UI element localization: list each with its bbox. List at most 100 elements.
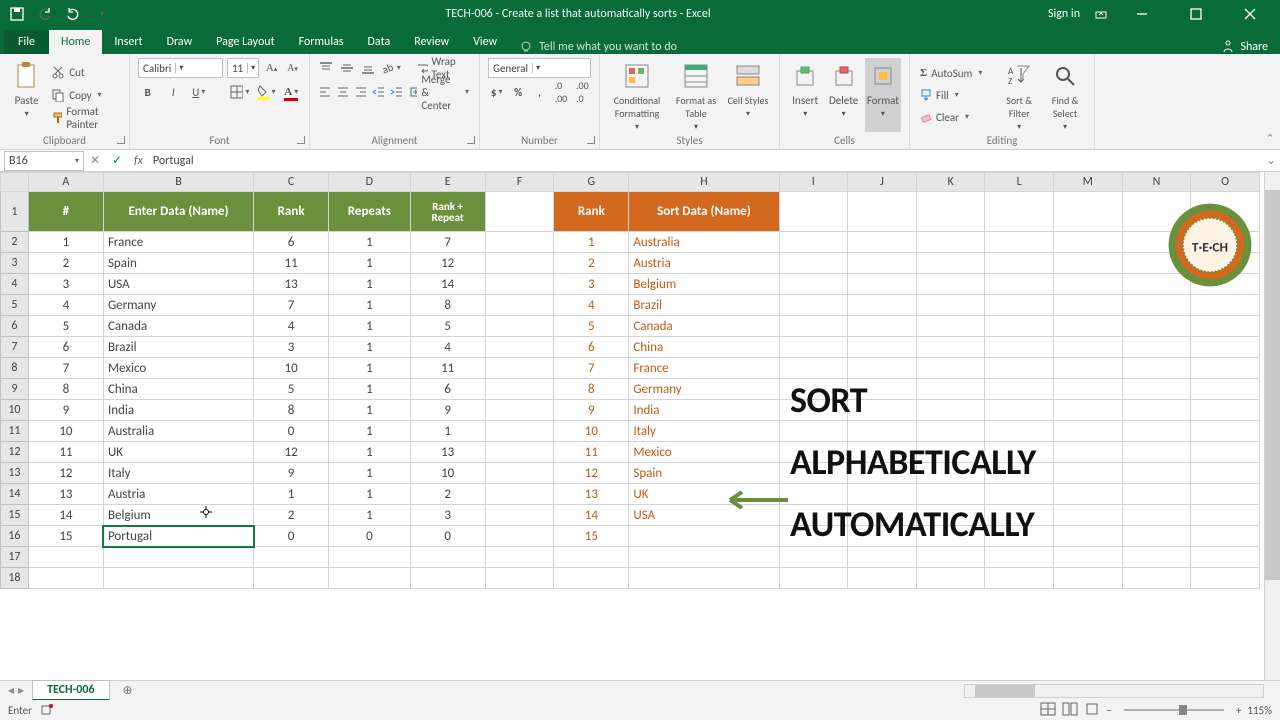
cell[interactable] <box>916 192 985 232</box>
cell[interactable] <box>779 337 848 358</box>
cell[interactable]: 2 <box>28 253 103 274</box>
cell[interactable] <box>848 253 917 274</box>
shrink-font-icon[interactable]: A▾ <box>284 58 301 78</box>
qat-dropdown-icon[interactable] <box>90 3 112 25</box>
cell[interactable] <box>1054 253 1123 274</box>
cell[interactable] <box>1054 232 1123 253</box>
horizontal-scrollbar[interactable] <box>964 684 1264 698</box>
cell[interactable] <box>985 232 1054 253</box>
row-header[interactable]: 7 <box>1 337 29 358</box>
cell[interactable]: 5 <box>554 316 629 337</box>
zoom-slider[interactable] <box>1124 709 1224 711</box>
cell[interactable]: 1 <box>28 232 103 253</box>
normal-view-icon[interactable] <box>1040 702 1056 719</box>
save-icon[interactable] <box>6 3 28 25</box>
cell[interactable] <box>485 253 554 274</box>
cell[interactable] <box>916 232 985 253</box>
cell[interactable] <box>1054 421 1123 442</box>
cell[interactable] <box>848 358 917 379</box>
cell[interactable]: 1 <box>410 421 485 442</box>
cell[interactable] <box>1054 192 1123 232</box>
cell[interactable]: 2 <box>554 253 629 274</box>
cell[interactable]: 11 <box>28 442 103 463</box>
cell[interactable]: Rank <box>254 192 329 232</box>
cell[interactable] <box>254 568 329 589</box>
cell[interactable]: 10 <box>28 421 103 442</box>
format-as-table-button[interactable]: Format as Table▾ <box>670 58 722 132</box>
cell[interactable]: 1 <box>329 358 411 379</box>
maximize-button[interactable] <box>1176 0 1216 28</box>
cell[interactable] <box>916 568 985 589</box>
cell[interactable] <box>1191 295 1260 316</box>
cell[interactable] <box>1054 316 1123 337</box>
cell[interactable] <box>329 568 411 589</box>
cell[interactable] <box>848 568 917 589</box>
cell[interactable] <box>485 379 554 400</box>
sheet-tab[interactable]: TECH-006 <box>32 680 109 701</box>
zoom-in-icon[interactable]: + <box>1236 704 1241 717</box>
cell[interactable]: 7 <box>254 295 329 316</box>
tab-home[interactable]: Home <box>49 30 102 54</box>
cell[interactable]: 7 <box>28 358 103 379</box>
cell[interactable] <box>1122 547 1191 568</box>
cell[interactable] <box>629 526 779 547</box>
minimize-button[interactable] <box>1122 0 1162 28</box>
cell[interactable] <box>1122 337 1191 358</box>
col-header[interactable]: B <box>103 173 253 192</box>
row-header[interactable]: 12 <box>1 442 29 463</box>
cell[interactable]: 14 <box>410 274 485 295</box>
cell[interactable]: 14 <box>554 505 629 526</box>
cell[interactable]: USA <box>103 274 253 295</box>
cell[interactable]: 4 <box>254 316 329 337</box>
row-header[interactable]: 2 <box>1 232 29 253</box>
outdent-icon[interactable] <box>372 82 386 102</box>
cell[interactable]: 2 <box>254 505 329 526</box>
cell[interactable]: 5 <box>410 316 485 337</box>
indent-icon[interactable] <box>390 82 404 102</box>
cell[interactable] <box>916 337 985 358</box>
underline-icon[interactable]: U <box>189 82 209 102</box>
row-header[interactable]: 9 <box>1 379 29 400</box>
cell[interactable]: 9 <box>410 400 485 421</box>
col-header[interactable]: J <box>848 173 917 192</box>
cell[interactable] <box>985 400 1054 421</box>
cell[interactable]: 4 <box>410 337 485 358</box>
cell[interactable] <box>1054 505 1123 526</box>
row-header[interactable]: 14 <box>1 484 29 505</box>
cell[interactable] <box>1122 421 1191 442</box>
cell[interactable] <box>1122 442 1191 463</box>
dialog-launcher-icon[interactable] <box>587 136 597 146</box>
cell[interactable]: 1 <box>329 442 411 463</box>
cell[interactable]: 13 <box>254 274 329 295</box>
format-painter-button[interactable]: Format Painter <box>49 108 121 128</box>
cell[interactable]: Spain <box>629 463 779 484</box>
cell[interactable] <box>848 421 917 442</box>
col-header[interactable]: E <box>410 173 485 192</box>
cell[interactable] <box>485 358 554 379</box>
col-header[interactable]: O <box>1191 173 1260 192</box>
cell[interactable] <box>1054 568 1123 589</box>
cell[interactable]: 1 <box>329 253 411 274</box>
undo-icon[interactable] <box>34 3 56 25</box>
row-header[interactable]: 3 <box>1 253 29 274</box>
col-header[interactable]: N <box>1122 173 1191 192</box>
sort-filter-button[interactable]: AZSort & Filter▾ <box>998 58 1040 132</box>
cell[interactable] <box>985 316 1054 337</box>
align-left-icon[interactable] <box>318 82 332 102</box>
cell[interactable] <box>1191 547 1260 568</box>
conditional-formatting-button[interactable]: Conditional Formatting▾ <box>608 58 666 132</box>
cell[interactable] <box>485 337 554 358</box>
cell[interactable]: 1 <box>329 379 411 400</box>
cell[interactable] <box>779 253 848 274</box>
cell[interactable]: 4 <box>28 295 103 316</box>
cell[interactable]: 1 <box>329 421 411 442</box>
tab-data[interactable]: Data <box>356 30 403 54</box>
copy-button[interactable]: Copy <box>49 85 121 105</box>
cell[interactable]: 11 <box>410 358 485 379</box>
cell[interactable] <box>1122 463 1191 484</box>
cell[interactable]: 8 <box>554 379 629 400</box>
cell[interactable]: 11 <box>554 442 629 463</box>
cell[interactable]: 1 <box>554 232 629 253</box>
cell[interactable]: Brazil <box>629 295 779 316</box>
cell[interactable] <box>1191 337 1260 358</box>
